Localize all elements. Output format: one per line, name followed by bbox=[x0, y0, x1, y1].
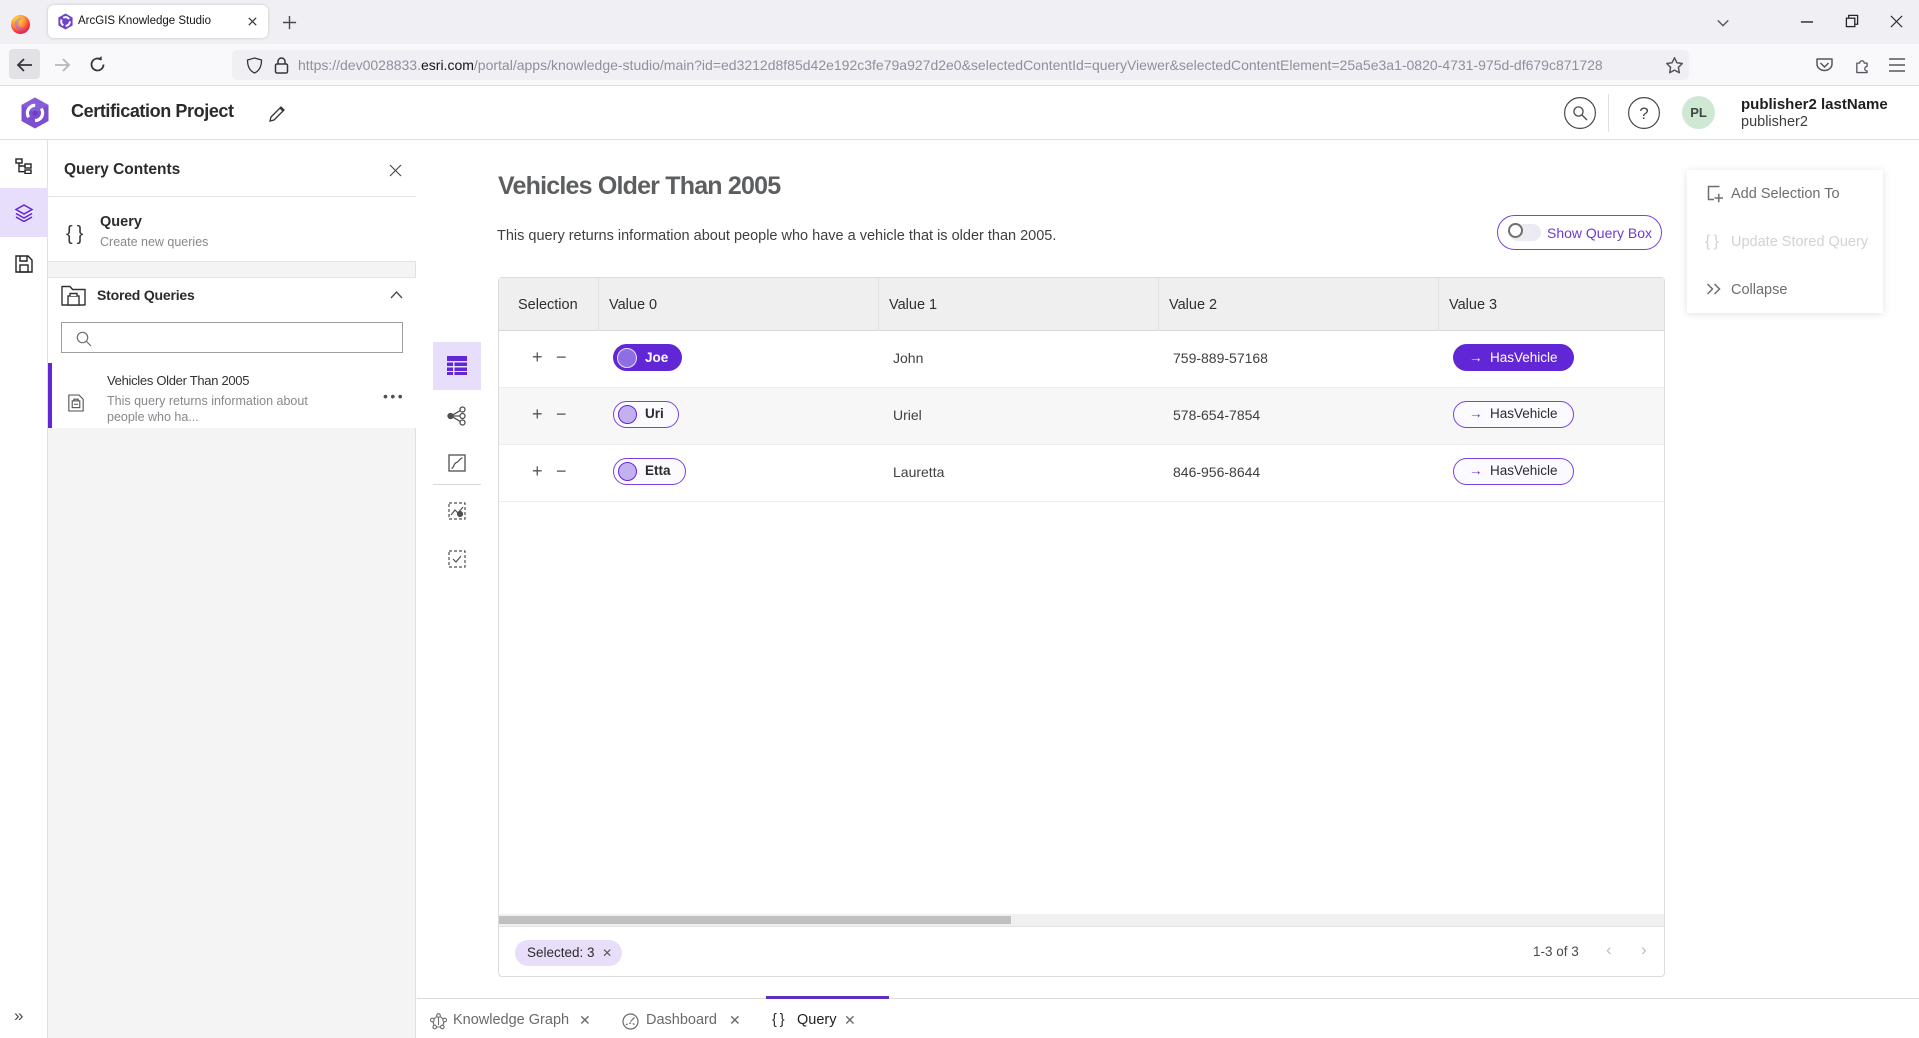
svg-text:?: ? bbox=[1639, 104, 1648, 123]
